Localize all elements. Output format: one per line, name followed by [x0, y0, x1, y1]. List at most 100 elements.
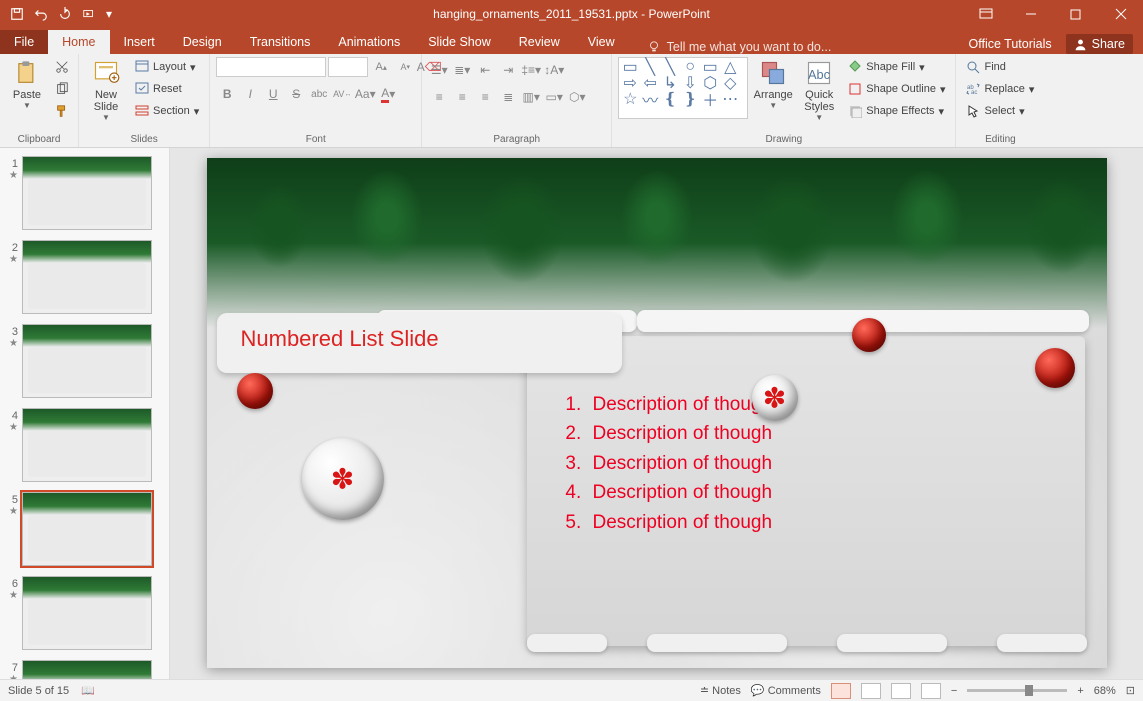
zoom-out-icon[interactable]: − [951, 685, 957, 697]
slide-thumbnail[interactable] [22, 660, 152, 679]
tab-transitions[interactable]: Transitions [236, 30, 325, 54]
shape-tri-icon[interactable]: △ [721, 60, 739, 74]
shape-rect2-icon[interactable]: ▭ [701, 60, 719, 74]
zoom-level[interactable]: 68% [1094, 685, 1116, 697]
align-center-icon[interactable]: ≡ [451, 87, 473, 107]
numbering-icon[interactable]: ≣▾ [451, 60, 473, 80]
numbered-list[interactable]: Description of thoughDescription of thou… [569, 390, 773, 537]
reading-view-icon[interactable] [891, 683, 911, 699]
spellcheck-icon[interactable]: 📖 [81, 684, 95, 697]
paste-button[interactable]: Paste ▼ [6, 57, 48, 110]
slide-counter[interactable]: Slide 5 of 15 [8, 685, 69, 697]
minimize-icon[interactable] [1008, 0, 1053, 28]
shape-curve-icon[interactable]: 〰 [641, 92, 659, 106]
slide-thumbnail[interactable] [22, 492, 152, 566]
qat-customize-icon[interactable]: ▾ [102, 3, 116, 25]
start-from-beginning-icon[interactable] [78, 3, 100, 25]
tab-design[interactable]: Design [169, 30, 236, 54]
decrease-font-icon[interactable]: A▾ [394, 57, 416, 77]
justify-icon[interactable]: ≣ [497, 87, 519, 107]
text-direction-icon[interactable]: ↕A▾ [543, 60, 565, 80]
arrange-button[interactable]: Arrange▼ [752, 57, 794, 110]
bold-icon[interactable]: B [216, 84, 238, 104]
align-text-icon[interactable]: ▭▾ [543, 87, 565, 107]
font-color-icon[interactable]: A▾ [377, 84, 399, 104]
tab-file[interactable]: File [0, 30, 48, 54]
fit-to-window-icon[interactable]: ⊡ [1126, 684, 1135, 697]
list-item[interactable]: Description of though [587, 478, 773, 507]
shadow-icon[interactable]: abc [308, 84, 330, 104]
shape-effects-button[interactable]: Shape Effects ▾ [844, 101, 949, 121]
comments-button[interactable]: 💬 Comments [751, 684, 821, 697]
shape-brace-icon[interactable]: ❴ [661, 92, 679, 106]
undo-icon[interactable] [30, 3, 52, 25]
font-name-combo[interactable] [216, 57, 326, 77]
office-tutorials-link[interactable]: Office Tutorials [969, 37, 1052, 51]
ribbon-display-options-icon[interactable] [963, 0, 1008, 28]
shape-fill-button[interactable]: Shape Fill ▾ [844, 57, 949, 77]
redo-icon[interactable] [54, 3, 76, 25]
list-item[interactable]: Description of though [587, 508, 773, 537]
underline-icon[interactable]: U [262, 84, 284, 104]
slide-thumbnail[interactable] [22, 576, 152, 650]
shape-diamond-icon[interactable]: ◇ [721, 76, 739, 90]
font-size-combo[interactable] [328, 57, 368, 77]
tab-view[interactable]: View [574, 30, 629, 54]
select-button[interactable]: Select ▾ [962, 101, 1038, 121]
replace-button[interactable]: abacReplace ▾ [962, 79, 1038, 99]
normal-view-icon[interactable] [831, 683, 851, 699]
find-button[interactable]: Find [962, 57, 1038, 77]
slide-thumbnail[interactable] [22, 240, 152, 314]
save-icon[interactable] [6, 3, 28, 25]
shape-elbow-icon[interactable]: ↳ [661, 76, 679, 90]
slide-canvas[interactable]: Numbered List Slide Description of thoug… [170, 148, 1143, 679]
shapes-gallery[interactable]: ▭╲╲○▭△ ⇨⇦↳⇩⬡◇ ☆〰❴❵＋⋯ [618, 57, 748, 119]
section-button[interactable]: Section ▾ [131, 101, 203, 121]
notes-button[interactable]: ≐ Notes [700, 684, 741, 697]
bullets-icon[interactable]: ☰▾ [428, 60, 450, 80]
tell-me-search[interactable]: Tell me what you want to do... [647, 40, 832, 54]
decrease-indent-icon[interactable]: ⇤ [474, 60, 496, 80]
slide-thumbnail[interactable] [22, 156, 152, 230]
tab-home[interactable]: Home [48, 30, 109, 54]
tab-animations[interactable]: Animations [324, 30, 414, 54]
shape-oval-icon[interactable]: ○ [681, 60, 699, 74]
close-icon[interactable] [1098, 0, 1143, 28]
reset-button[interactable]: Reset [131, 79, 203, 99]
slide-sorter-view-icon[interactable] [861, 683, 881, 699]
layout-button[interactable]: Layout ▾ [131, 57, 203, 77]
align-left-icon[interactable]: ≡ [428, 87, 450, 107]
shape-outline-button[interactable]: Shape Outline ▾ [844, 79, 949, 99]
copy-icon[interactable] [52, 79, 72, 99]
cut-icon[interactable] [52, 57, 72, 77]
slide-thumbnail[interactable] [22, 408, 152, 482]
increase-font-icon[interactable]: A▴ [370, 57, 392, 77]
new-slide-button[interactable]: New Slide ▼ [85, 57, 127, 122]
columns-icon[interactable]: ▥▾ [520, 87, 542, 107]
format-painter-icon[interactable] [52, 101, 72, 121]
strikethrough-icon[interactable]: S [285, 84, 307, 104]
tab-slide-show[interactable]: Slide Show [414, 30, 505, 54]
zoom-in-icon[interactable]: + [1077, 685, 1083, 697]
shape-more-icon[interactable]: ⋯ [721, 92, 739, 106]
share-button[interactable]: Share [1066, 34, 1133, 54]
list-item[interactable]: Description of though [587, 419, 773, 448]
tab-review[interactable]: Review [505, 30, 574, 54]
shape-arrow-icon[interactable]: ⇨ [621, 76, 639, 90]
shape-plus-icon[interactable]: ＋ [701, 92, 719, 106]
line-spacing-icon[interactable]: ‡≡▾ [520, 60, 542, 80]
shape-star-icon[interactable]: ☆ [621, 92, 639, 106]
zoom-slider[interactable] [967, 689, 1067, 692]
character-spacing-icon[interactable]: AV↔ [331, 84, 353, 104]
tab-insert[interactable]: Insert [110, 30, 169, 54]
shape-line-icon[interactable]: ╲ [641, 60, 659, 74]
shape-rect-icon[interactable]: ▭ [621, 60, 639, 74]
slide-thumbnails-panel[interactable]: 1★2★3★4★5★6★7★ [0, 148, 170, 679]
slideshow-view-icon[interactable] [921, 683, 941, 699]
shape-arrowd-icon[interactable]: ⇩ [681, 76, 699, 90]
maximize-icon[interactable] [1053, 0, 1098, 28]
slide-thumbnail[interactable] [22, 324, 152, 398]
align-right-icon[interactable]: ≡ [474, 87, 496, 107]
increase-indent-icon[interactable]: ⇥ [497, 60, 519, 80]
smartart-icon[interactable]: ⬡▾ [566, 87, 588, 107]
